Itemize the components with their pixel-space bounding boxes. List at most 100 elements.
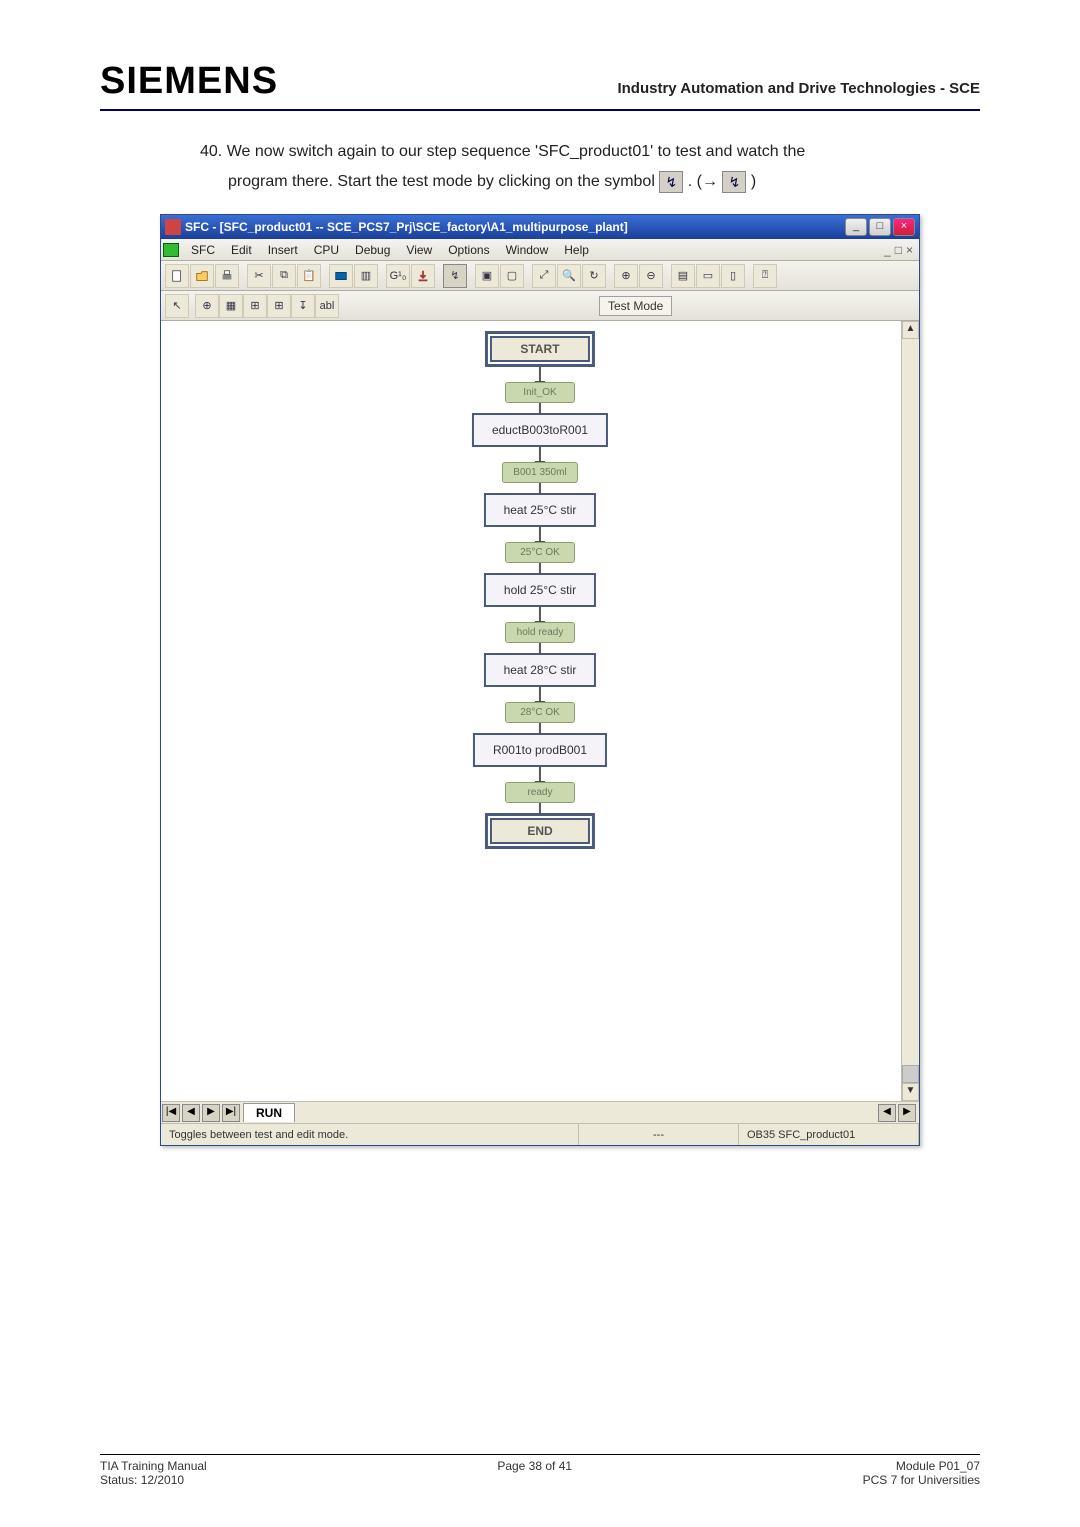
window-controls: _ □ ×	[845, 218, 915, 236]
print-icon[interactable]	[215, 264, 239, 288]
edit-toolbar: ↖ ⊕ ▦ ⊞ ⊞ ↧ abl Test Mode	[161, 291, 919, 321]
menu-options[interactable]: Options	[440, 243, 497, 257]
insert-alt-icon[interactable]: ⊞	[243, 294, 267, 318]
menu-help[interactable]: Help	[556, 243, 597, 257]
status-context: OB35 SFC_product01	[739, 1124, 919, 1145]
menu-sfc[interactable]: SFC	[183, 243, 223, 257]
mdi-controls: _ □ ×	[884, 243, 917, 257]
scroll-down-icon[interactable]: ▼	[902, 1083, 919, 1101]
zoom-area-icon[interactable]: 🔍	[557, 264, 581, 288]
open-icon[interactable]	[190, 264, 214, 288]
footer-page: Page 38 of 41	[497, 1459, 572, 1473]
step-educt[interactable]: eductB003toR001	[472, 413, 608, 447]
footer-right: Module P01_07 PCS 7 for Universities	[863, 1459, 980, 1487]
window-title: SFC - [SFC_product01 -- SCE_PCS7_Prj\SCE…	[185, 220, 845, 234]
pointer-icon[interactable]: ↖	[165, 294, 189, 318]
new-icon[interactable]	[165, 264, 189, 288]
maximize-button[interactable]: □	[869, 218, 891, 236]
download-icon[interactable]	[411, 264, 435, 288]
tab-nav-next[interactable]: ▶	[202, 1104, 220, 1122]
status-bar: Toggles between test and edit mode. --- …	[161, 1123, 919, 1145]
mdi-close[interactable]: ×	[906, 243, 913, 257]
footer-left: TIA Training Manual Status: 12/2010	[100, 1459, 207, 1487]
step-number: 40.	[200, 143, 222, 160]
zoom-fit-icon[interactable]: ⤢	[532, 264, 556, 288]
status-message: Toggles between test and edit mode.	[161, 1124, 579, 1145]
trans-init-ok[interactable]: Init_OK	[505, 382, 575, 403]
insert-step-icon[interactable]: ⊕	[195, 294, 219, 318]
step-hold25[interactable]: hold 25°C stir	[484, 573, 596, 607]
scroll-up-icon[interactable]: ▲	[902, 321, 919, 339]
instruction-line2: program there. Start the test mode by cl…	[228, 171, 980, 194]
menubar: SFC Edit Insert CPU Debug View Options W…	[161, 239, 919, 261]
tab-nav-first[interactable]: |◀	[162, 1104, 180, 1122]
footer-r2: PCS 7 for Universities	[863, 1473, 980, 1487]
insert-loop-icon[interactable]: ⊞	[267, 294, 291, 318]
insert-text-icon[interactable]: abl	[315, 294, 339, 318]
step-end[interactable]: END	[485, 813, 595, 849]
insert-jump-icon[interactable]: ↧	[291, 294, 315, 318]
document-icon	[163, 243, 179, 257]
test-mode-button[interactable]: ↯	[443, 264, 467, 288]
cut-icon[interactable]: ✂	[247, 264, 271, 288]
footer-l1: TIA Training Manual	[100, 1459, 207, 1473]
step-text-2: program there. Start the test mode by cl…	[228, 174, 655, 191]
module-icon[interactable]	[329, 264, 353, 288]
vertical-scrollbar[interactable]: ▲ ▼	[901, 321, 919, 1101]
menu-edit[interactable]: Edit	[223, 243, 260, 257]
menu-view[interactable]: View	[398, 243, 440, 257]
test-mode-icon-inline-2: ↯	[722, 171, 746, 193]
view2-icon[interactable]: ▭	[696, 264, 720, 288]
menu-debug[interactable]: Debug	[347, 243, 398, 257]
tab-nav-last[interactable]: ▶|	[222, 1104, 240, 1122]
menu-window[interactable]: Window	[498, 243, 557, 257]
trans-25ok[interactable]: 25°C OK	[505, 542, 575, 563]
step-start[interactable]: START	[485, 331, 595, 367]
main-toolbar: ✂ ⧉ 📋 ▥ G¹₀ ↯ ▣ ▢ ⤢ 🔍 ↻ ⊕ ⊖ ▤ ▭ ▯ ⍰	[161, 261, 919, 291]
trans-350ml[interactable]: B001 350ml	[502, 462, 577, 483]
arrow-text: . (→	[688, 174, 718, 191]
minimize-button[interactable]: _	[845, 218, 867, 236]
test-mode-icon-inline: ↯	[659, 171, 683, 193]
siemens-logo: SIEMENS	[100, 60, 278, 103]
tab-run[interactable]: RUN	[243, 1103, 295, 1122]
block-on-icon[interactable]: ▣	[475, 264, 499, 288]
step-heat28[interactable]: heat 28°C stir	[484, 653, 597, 687]
step-text-1: We now switch again to our step sequence…	[227, 143, 806, 160]
context-help-icon[interactable]: ⍰	[753, 264, 777, 288]
mdi-restore[interactable]: □	[895, 243, 902, 257]
titlebar: SFC - [SFC_product01 -- SCE_PCS7_Prj\SCE…	[161, 215, 919, 239]
insert-parallel-icon[interactable]: ▦	[219, 294, 243, 318]
trans-hold-ready[interactable]: hold ready	[505, 622, 575, 643]
menu-cpu[interactable]: CPU	[306, 243, 347, 257]
step-r001-prod[interactable]: R001to prodB001	[473, 733, 607, 767]
hscroll-left[interactable]: ◀	[878, 1104, 896, 1122]
goto-icon[interactable]: G¹₀	[386, 264, 410, 288]
footer-l2: Status: 12/2010	[100, 1473, 207, 1487]
close-button[interactable]: ×	[893, 218, 915, 236]
status-mid: ---	[579, 1124, 739, 1145]
footer-r1: Module P01_07	[863, 1459, 980, 1473]
paste-icon[interactable]: 📋	[297, 264, 321, 288]
test-mode-tooltip: Test Mode	[599, 296, 672, 316]
detail-icon[interactable]: ▥	[354, 264, 378, 288]
copy-icon[interactable]: ⧉	[272, 264, 296, 288]
trans-ready[interactable]: ready	[505, 782, 575, 803]
zoom-in-icon[interactable]: ⊕	[614, 264, 638, 288]
mdi-minimize[interactable]: _	[884, 243, 891, 257]
hscroll-right[interactable]: ▶	[898, 1104, 916, 1122]
block-off-icon[interactable]: ▢	[500, 264, 524, 288]
tab-bar: |◀ ◀ ▶ ▶| RUN ◀ ▶	[161, 1101, 919, 1123]
scroll-thumb[interactable]	[902, 1065, 919, 1083]
zoom-out-icon[interactable]: ⊖	[639, 264, 663, 288]
step-heat25[interactable]: heat 25°C stir	[484, 493, 597, 527]
sfc-chart-canvas[interactable]: START Init_OK eductB003toR001 B001 350ml…	[161, 321, 919, 1101]
scroll-track[interactable]	[902, 339, 919, 1065]
view1-icon[interactable]: ▤	[671, 264, 695, 288]
refresh-icon[interactable]: ↻	[582, 264, 606, 288]
trans-28ok[interactable]: 28°C OK	[505, 702, 575, 723]
tab-nav-prev[interactable]: ◀	[182, 1104, 200, 1122]
view3-icon[interactable]: ▯	[721, 264, 745, 288]
menu-insert[interactable]: Insert	[260, 243, 306, 257]
app-icon	[165, 219, 181, 235]
